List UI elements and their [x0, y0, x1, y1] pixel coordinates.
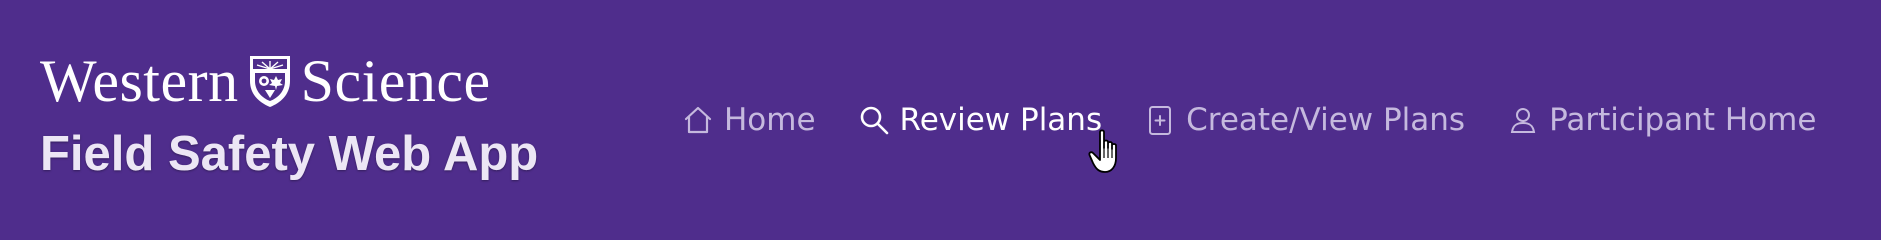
nav-item-label: Review Plans — [899, 102, 1103, 138]
western-science-logo[interactable]: Western Science — [40, 48, 600, 114]
add-document-icon — [1144, 104, 1176, 136]
nav-item-label: Create/View Plans — [1186, 102, 1466, 138]
hand-cursor-icon — [1088, 128, 1124, 176]
app-title: Field Safety Web App — [40, 127, 539, 181]
nav-item-create-view-plans[interactable]: Create/View Plans — [1144, 102, 1465, 138]
nav-item-label: Home — [724, 102, 816, 138]
brand-block[interactable]: Western Science Field Safety Web App — [40, 48, 600, 179]
nav-item-review-plans[interactable]: Review Plans — [858, 102, 1103, 138]
crest-shield-icon — [247, 53, 293, 109]
main-nav: Home Review Plans Create/View Plans Part… — [682, 98, 1816, 142]
logo-word-science: Science — [300, 48, 491, 114]
nav-item-participant-home[interactable]: Participant Home — [1507, 102, 1816, 138]
nav-item-home[interactable]: Home — [682, 102, 816, 138]
home-icon — [682, 104, 714, 136]
search-icon — [858, 104, 890, 136]
logo-word-western: Western — [40, 48, 239, 114]
person-icon — [1507, 104, 1539, 136]
nav-item-label: Participant Home — [1549, 102, 1817, 138]
